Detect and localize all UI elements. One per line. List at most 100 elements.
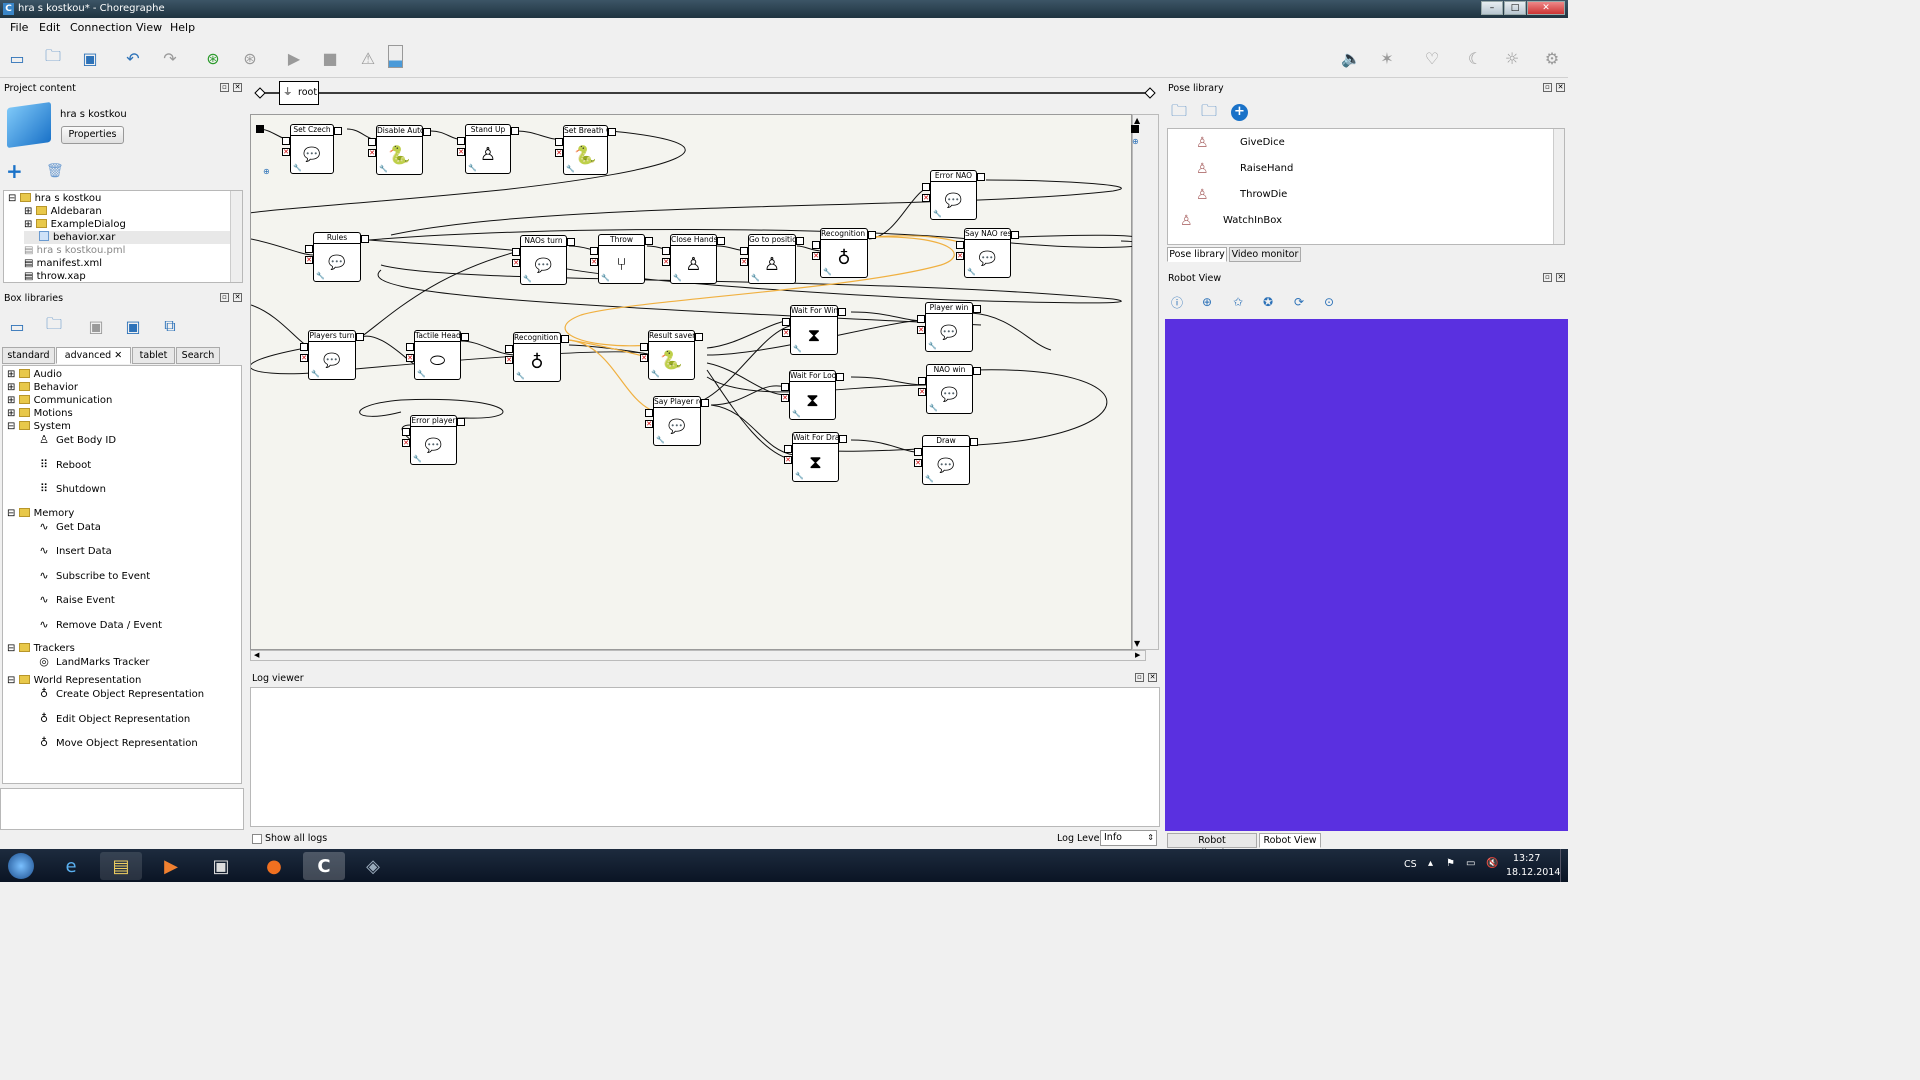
box-error-player[interactable]: Error player 💬 🔧 [410,415,457,465]
show-desktop-button[interactable] [1560,849,1568,882]
debug-warning-icon[interactable]: ⚠ [356,46,380,70]
box-input-port[interactable] [645,409,653,417]
open-project-icon[interactable]: 🗀 [41,46,65,70]
expand-icon[interactable]: ⊞ [7,408,19,419]
tab-robot-applications[interactable]: Robot Applications [1167,833,1257,859]
box-input-port[interactable] [640,343,648,351]
tab-search[interactable]: Search [176,347,220,364]
network-icon[interactable]: ▭ [1466,858,1475,869]
box-stop-port[interactable]: ✕ [512,259,520,267]
new-library-icon[interactable]: ▭ [5,314,29,338]
box-recognition-playe[interactable]: Recognition Playe♁🔧 [513,332,561,382]
box-stop-port[interactable]: ✕ [300,354,308,362]
maximize-button[interactable]: □ [1504,1,1526,15]
box-players-turn[interactable]: Players turn 💬 🔧 [308,330,356,380]
library-item-edit-object-representation[interactable]: ♁ Edit Object Representation [37,712,190,725]
expand-icon[interactable]: ⊞ [7,369,19,380]
library-item-move-object-representation[interactable]: ♁ Move Object Representation [37,736,198,749]
box-stop-port[interactable]: ✕ [457,148,465,156]
box-input-port[interactable] [918,377,926,385]
menu-view[interactable]: View [136,21,162,34]
close-tab-icon[interactable]: ✕ [114,350,122,361]
box-output-port[interactable] [973,305,981,313]
box-input-port[interactable] [305,245,313,253]
box-output-port[interactable] [334,127,342,135]
box-stop-port[interactable]: ✕ [662,258,670,266]
box-parameter-icon[interactable]: 🔧 [795,472,804,480]
library-item-raise-event[interactable]: ∿ Raise Event [37,593,114,606]
play-icon[interactable]: ▶ [282,46,306,70]
scroll-left-icon[interactable]: ◀ [254,651,259,659]
app-window-icon[interactable]: ▣ [200,852,242,880]
box-stop-port[interactable]: ✕ [645,420,653,428]
box-output-port[interactable] [511,127,519,135]
heart-icon[interactable]: ♡ [1420,46,1444,70]
box-wait-for-win[interactable]: Wait For Win ⧗ 🔧 [790,305,838,355]
float-button[interactable]: ▫ [1543,83,1552,92]
speaker-icon[interactable]: 🔈 [1339,46,1363,70]
box-input-port[interactable] [512,248,520,256]
box-parameter-icon[interactable]: 🔧 [929,404,938,412]
internet-explorer-icon[interactable]: e [50,852,92,880]
log-level-select[interactable]: Info ⇕ [1100,830,1157,846]
box-result-saver[interactable]: Result saver 🐍 🔧 [648,330,695,380]
box-input-port[interactable] [917,315,925,323]
box-output-port[interactable] [608,128,616,136]
box-stand-up[interactable]: Stand Up ♙ 🔧 [465,124,511,174]
box-output-port[interactable] [973,367,981,375]
box-player-win[interactable]: Player win 💬 🔧 [925,302,973,352]
library-item-trackers[interactable]: ⊟ Trackers [7,642,75,655]
tab-advanced[interactable]: advanced ✕ [56,347,131,364]
box-say-player-result[interactable]: Say Player result💬🔧 [653,396,701,446]
box-stop-port[interactable]: ✕ [914,459,922,467]
add-pose-icon[interactable]: + [1231,104,1248,121]
tree-item-pml[interactable]: ▤ hra s kostkou.pml [24,244,125,257]
pose-item-watchinbox[interactable]: WatchInBox [1223,215,1282,226]
box-output-port[interactable] [461,333,469,341]
pose-list-scrollbar[interactable] [1553,129,1564,244]
library-item-world-representation[interactable]: ⊟ World Representation [7,674,141,687]
box-input-port[interactable] [555,138,563,146]
stiffness-icon[interactable]: ✶ [1375,46,1399,70]
box-nao-win[interactable]: NAO win 💬 🔧 [926,364,973,414]
library-item-subscribe-to-event[interactable]: ∿ Subscribe to Event [37,569,150,582]
box-set-breath-off[interactable]: Set Breath Off🐍🔧 [563,125,608,175]
box-error-nao[interactable]: Error NAO 💬 🔧 [930,170,977,220]
box-output-port[interactable] [567,238,575,246]
box-parameter-icon[interactable]: 🔧 [792,410,801,418]
action-center-icon[interactable]: ⚑ [1446,858,1455,869]
box-disable-autonomo[interactable]: Disable Autonomo🐍🔧 [376,125,423,175]
library-item-communication[interactable]: ⊞ Communication [7,394,112,407]
box-output-port[interactable] [356,333,364,341]
library-item-memory[interactable]: ⊟ Memory [7,507,74,520]
tray-expand-icon[interactable]: ▴ [1428,858,1433,869]
delete-file-icon[interactable]: 🗑 [46,163,64,181]
media-player-icon[interactable]: ▶ [150,852,192,880]
tab-pose-library[interactable]: Pose library [1167,247,1227,262]
collapse-icon[interactable]: ⊟ [7,421,19,432]
new-project-icon[interactable]: ▭ [5,46,29,70]
close-panel-button[interactable]: ✕ [1556,273,1565,282]
float-button[interactable]: ▫ [1543,273,1552,282]
box-output-port[interactable] [839,435,847,443]
expand-icon[interactable]: ⊞ [7,395,19,406]
box-stop-port[interactable]: ✕ [402,439,410,447]
scroll-right-icon[interactable]: ▶ [1135,651,1140,659]
properties-button[interactable]: Properties [61,126,124,144]
float-button[interactable]: ▫ [220,83,229,92]
box-parameter-icon[interactable]: 🔧 [601,274,610,282]
tree-item-manifest[interactable]: ▤ manifest.xml [24,257,102,270]
pose-item-givedice[interactable]: GiveDice [1240,137,1285,148]
import-pose-icon[interactable]: 🗀 [1197,101,1221,125]
box-input-port[interactable] [812,241,820,249]
box-go-to-position-wai[interactable]: Go to position Wai♙🔧 [748,234,796,284]
tree-item-throw[interactable]: ▤ throw.xap [24,270,86,283]
tree-item-root[interactable]: ⊟ hra s kostkou [8,192,101,205]
float-button[interactable]: ▫ [220,293,229,302]
minimize-button[interactable]: – [1481,1,1503,15]
box-stop-port[interactable]: ✕ [590,258,598,266]
connect-icon[interactable]: ⊛ [201,46,225,70]
box-input-port[interactable] [914,448,922,456]
box-output-port[interactable] [457,418,465,426]
box-rules[interactable]: Rules 💬 🔧 [313,232,361,282]
